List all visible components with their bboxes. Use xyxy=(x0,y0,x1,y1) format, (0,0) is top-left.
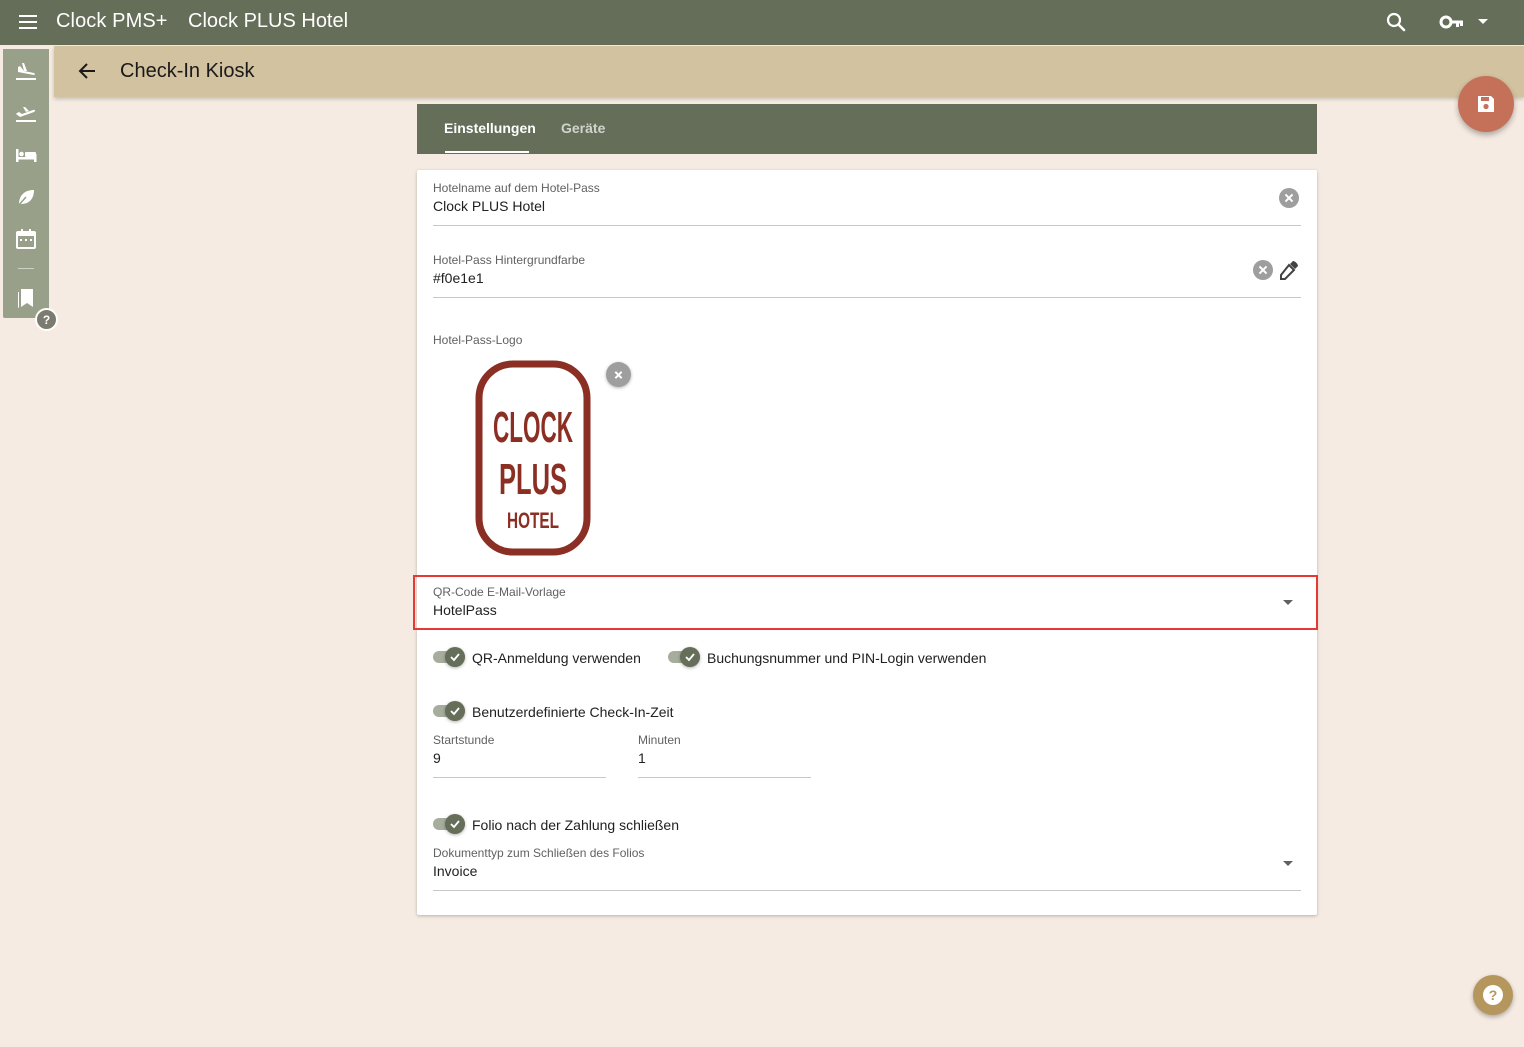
hotel-name-field[interactable]: Clock PLUS Hotel xyxy=(433,198,545,214)
start-hour-field[interactable]: 9 xyxy=(433,750,441,766)
flight-takeoff-icon[interactable] xyxy=(14,101,38,125)
search-icon[interactable] xyxy=(1384,10,1408,34)
help-icon: ? xyxy=(1483,985,1503,1005)
tab-geraete[interactable]: Geräte xyxy=(561,120,605,136)
logo-line-1: CLOCK xyxy=(493,403,573,452)
rail-divider xyxy=(18,268,34,269)
custom-checkin-label: Benutzerdefinierte Check-In-Zeit xyxy=(472,704,674,720)
qr-template-label: QR-Code E-Mail-Vorlage xyxy=(433,585,566,599)
hotel-name-label: Hotelname auf dem Hotel-Pass xyxy=(433,181,600,195)
custom-checkin-toggle[interactable] xyxy=(433,701,467,721)
logo-line-2: PLUS xyxy=(499,455,567,504)
qr-template-dropdown-arrow-icon[interactable] xyxy=(1283,600,1293,605)
flight-land-icon[interactable] xyxy=(14,59,38,83)
field-underline xyxy=(638,777,811,778)
bed-icon[interactable] xyxy=(14,143,38,167)
close-folio-toggle[interactable] xyxy=(433,814,467,834)
hotel-name: Clock PLUS Hotel xyxy=(188,10,349,32)
start-hour-label: Startstunde xyxy=(433,733,495,747)
logo-label: Hotel-Pass-Logo xyxy=(433,333,523,347)
page-title: Check-In Kiosk xyxy=(120,60,255,82)
help-button[interactable]: ? xyxy=(1473,975,1513,1015)
tab-indicator xyxy=(445,151,529,153)
app-name: Clock PMS+ xyxy=(56,10,168,32)
tab-einstellungen[interactable]: Einstellungen xyxy=(444,120,536,136)
minutes-label: Minuten xyxy=(638,733,681,747)
remove-logo-button[interactable] xyxy=(606,362,631,387)
clear-bg-color-icon[interactable] xyxy=(1253,260,1273,280)
qr-template-select[interactable]: HotelPass xyxy=(433,602,497,618)
minutes-field[interactable]: 1 xyxy=(638,750,646,766)
save-button[interactable] xyxy=(1458,76,1514,132)
logo-line-3: HOTEL xyxy=(507,508,559,533)
doc-type-dropdown-arrow-icon[interactable] xyxy=(1283,861,1293,866)
color-picker-icon[interactable] xyxy=(1278,259,1300,281)
key-icon[interactable] xyxy=(1439,10,1465,34)
rail-help-icon[interactable]: ? xyxy=(35,308,58,331)
settings-card: Hotelname auf dem Hotel-Pass Clock PLUS … xyxy=(417,170,1317,915)
tab-bar: Einstellungen Geräte xyxy=(417,104,1317,154)
menu-icon[interactable] xyxy=(17,12,39,32)
field-underline xyxy=(433,297,1301,298)
qr-login-toggle[interactable] xyxy=(433,647,467,667)
side-navigation xyxy=(3,49,49,318)
doc-type-label: Dokumenttyp zum Schließen des Folios xyxy=(433,846,645,860)
field-underline xyxy=(433,890,1301,891)
bg-color-label: Hotel-Pass Hintergrundfarbe xyxy=(433,253,586,267)
field-underline xyxy=(433,777,606,778)
pin-login-toggle[interactable] xyxy=(668,647,702,667)
qr-login-label: QR-Anmeldung verwenden xyxy=(472,650,641,666)
close-folio-label: Folio nach der Zahlung schließen xyxy=(472,817,680,833)
page-header: Check-In Kiosk xyxy=(54,46,1524,97)
bg-color-field[interactable]: #f0e1e1 xyxy=(433,270,484,286)
bookmarks-icon[interactable] xyxy=(14,286,38,310)
calendar-icon[interactable] xyxy=(14,227,38,251)
field-underline xyxy=(433,225,1301,226)
hotel-logo-image: CLOCK PLUS HOTEL xyxy=(475,360,591,556)
doc-type-select[interactable]: Invoice xyxy=(433,863,477,879)
top-app-bar: Clock PMS+ Clock PLUS Hotel xyxy=(0,0,1524,45)
back-arrow-icon[interactable] xyxy=(76,60,98,82)
leaf-icon[interactable] xyxy=(14,185,38,209)
clear-hotel-name-icon[interactable] xyxy=(1279,188,1299,208)
pin-login-label: Buchungsnummer und PIN-Login verwenden xyxy=(707,650,987,666)
save-icon xyxy=(1478,96,1494,112)
chevron-down-icon[interactable] xyxy=(1478,19,1488,24)
